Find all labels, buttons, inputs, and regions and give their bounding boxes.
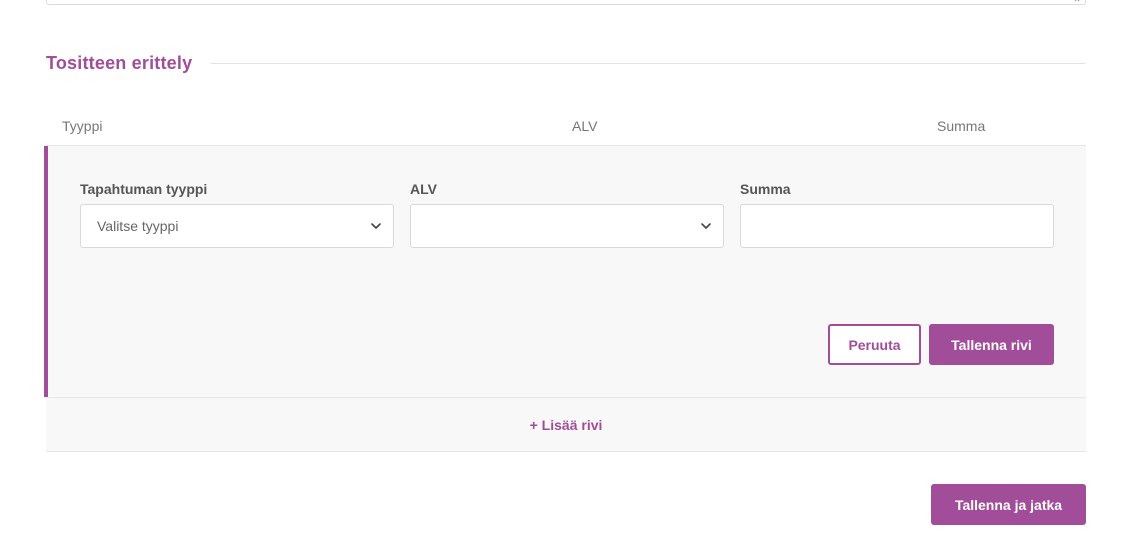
column-header-type: Tyyppi (62, 118, 103, 134)
type-field-label: Tapahtuman tyyppi (80, 181, 208, 197)
type-select-value: Valitse tyyppi (97, 218, 179, 234)
chevron-down-icon (371, 223, 381, 229)
save-row-button[interactable]: Tallenna rivi (929, 324, 1054, 365)
section-divider (210, 62, 1086, 64)
column-header-alv: ALV (572, 118, 598, 134)
alv-select[interactable] (410, 204, 724, 248)
notes-textarea[interactable] (46, 0, 1086, 5)
edit-row: Tapahtuman tyyppi Valitse tyyppi ALV Sum… (44, 146, 1086, 397)
sum-input[interactable] (740, 204, 1054, 248)
add-row-bar: + Lisää rivi (46, 397, 1086, 452)
type-field: Tapahtuman tyyppi Valitse tyyppi (80, 181, 394, 248)
table-header: Tyyppi ALV Summa (46, 106, 1086, 146)
page: Tositteen erittely Tyyppi ALV Summa Tapa… (0, 0, 1126, 560)
section-title: Tositteen erittely (46, 52, 193, 73)
resize-grip-icon[interactable] (1074, 0, 1082, 2)
type-select[interactable]: Valitse tyyppi (80, 204, 394, 248)
section-header: Tositteen erittely (46, 52, 1086, 74)
alv-field-label: ALV (410, 181, 437, 197)
add-row-link[interactable]: + Lisää rivi (530, 417, 603, 433)
sum-field-label: Summa (740, 181, 791, 197)
column-header-sum: Summa (937, 118, 986, 134)
cancel-button[interactable]: Peruuta (828, 324, 921, 365)
chevron-down-icon (701, 223, 711, 229)
alv-field: ALV (410, 181, 724, 248)
save-and-continue-button[interactable]: Tallenna ja jatka (931, 484, 1086, 525)
sum-field: Summa (740, 181, 1054, 248)
